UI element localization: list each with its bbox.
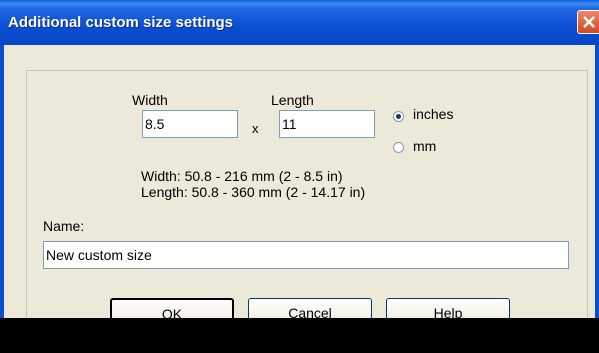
black-overlay [0, 318, 599, 353]
name-label: Name: [43, 218, 85, 234]
dialog-window: Additional custom size settings Width Le… [0, 0, 599, 353]
width-range-text: Width: 50.8 - 216 mm (2 - 8.5 in) [141, 168, 343, 184]
title-bar[interactable]: Additional custom size settings [0, 0, 599, 45]
inches-label: inches [413, 106, 454, 122]
length-label: Length [271, 92, 314, 108]
window-frame-right [595, 45, 599, 353]
close-button[interactable] [577, 10, 599, 34]
length-range-text: Length: 50.8 - 360 mm (2 - 14.17 in) [141, 184, 366, 200]
width-label: Width [132, 92, 168, 108]
inches-radio[interactable] [393, 111, 404, 122]
name-input[interactable] [43, 241, 569, 269]
close-icon [583, 16, 595, 28]
window-title: Additional custom size settings [8, 14, 234, 31]
width-input[interactable] [142, 110, 238, 138]
mm-label: mm [413, 138, 437, 154]
mm-radio[interactable] [393, 142, 404, 153]
window-frame-left [0, 45, 4, 353]
length-input[interactable] [279, 110, 375, 138]
times-separator: x [252, 121, 259, 136]
